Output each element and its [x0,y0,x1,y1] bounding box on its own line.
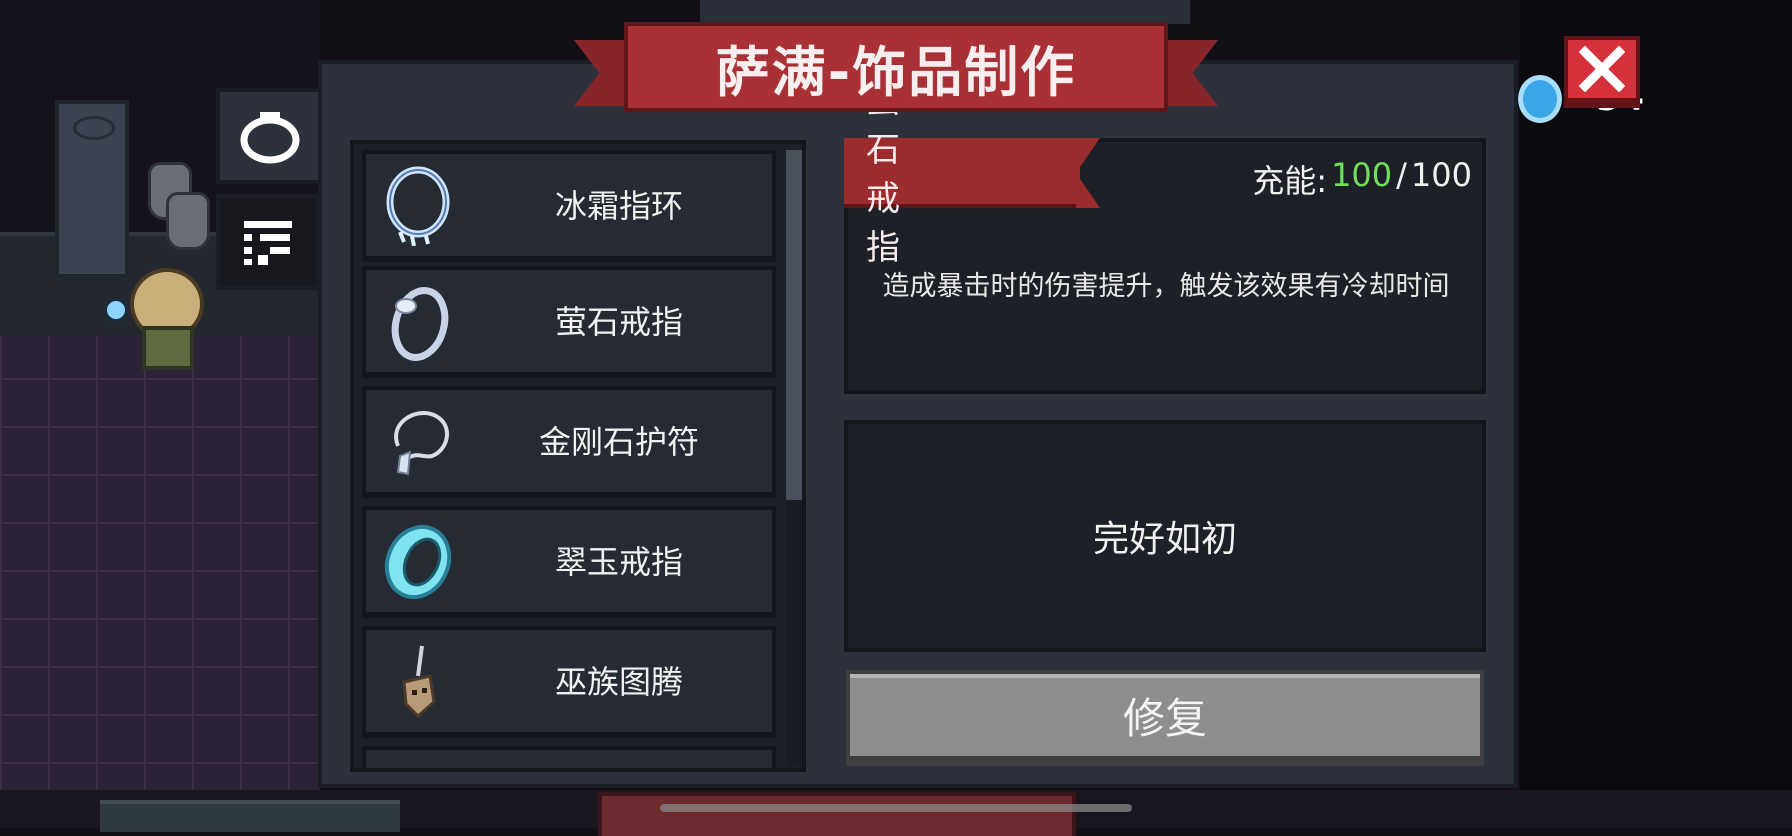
list-item[interactable]: 翠玉戒指 [362,506,776,618]
banner-main: 萨满-饰品制作 [624,22,1168,112]
charge-current: 100 [1331,156,1393,194]
fluorite-ring-icon [378,282,458,362]
list-item[interactable]: 冰霜指环 [362,150,776,262]
item-label: 翠玉戒指 [554,543,683,581]
charge-max: 100 [1410,156,1472,194]
item-name: 萤石戒指 [866,81,900,268]
page-title: 萨满-饰品制作 [715,40,1077,104]
item-status-panel: 完好如初 [844,420,1486,652]
list-scroll-thumb[interactable] [786,150,802,500]
close-button[interactable] [1564,36,1640,108]
jade-ring-icon [378,522,458,602]
item-label: 萤石戒指 [554,303,683,341]
home-indicator[interactable] [660,804,1132,812]
item-label: 金刚石护符 [538,423,699,461]
tab-rings[interactable] [216,88,320,184]
frost-ring-icon [378,166,458,247]
scene-top-structure [700,0,1190,24]
list-item[interactable]: 金刚石护符 [362,386,776,498]
dungeon-floor [0,330,320,828]
item-label: 巫族图腾 [554,663,683,701]
gem-coin-icon [1518,75,1562,123]
player-character [120,268,206,370]
stone-totem-pillar [55,100,129,278]
character-body [142,326,194,370]
charge-separator: / [1396,156,1407,194]
witch-totem-icon [378,642,458,722]
list-item[interactable] [362,746,776,768]
repair-button[interactable]: 修复 [846,670,1484,766]
item-list[interactable]: 冰霜指环 萤石戒指 金刚石护符 翠玉戒指 巫族图腾 [350,140,806,772]
list-item[interactable]: 巫族图腾 [362,626,776,738]
item-status: 完好如初 [1092,519,1237,560]
tab-filter[interactable] [216,194,320,290]
filter-category-icon [244,221,292,265]
charge-label: 充能: [1252,162,1328,200]
clay-vase [166,192,210,250]
scene-dark-area [1520,0,1792,828]
close-icon [1579,46,1625,92]
category-tabs [216,88,322,298]
item-label: 冰霜指环 [554,187,683,225]
title-banner: 萨满-饰品制作 [574,22,1218,118]
list-item[interactable]: 萤石戒指 [362,266,776,378]
ring-category-icon [240,112,300,164]
bottom-banner [598,792,1076,836]
diamond-amulet-icon [378,402,458,482]
item-description: 造成暴击时的伤害提升，触发该效果有冷却时间 [882,271,1450,302]
pillar-eye-carving [73,116,115,140]
bottom-sign [100,800,400,832]
ribbon-tail [1076,138,1100,208]
charge-readout: 充能: 100 / 100 [1252,156,1472,202]
